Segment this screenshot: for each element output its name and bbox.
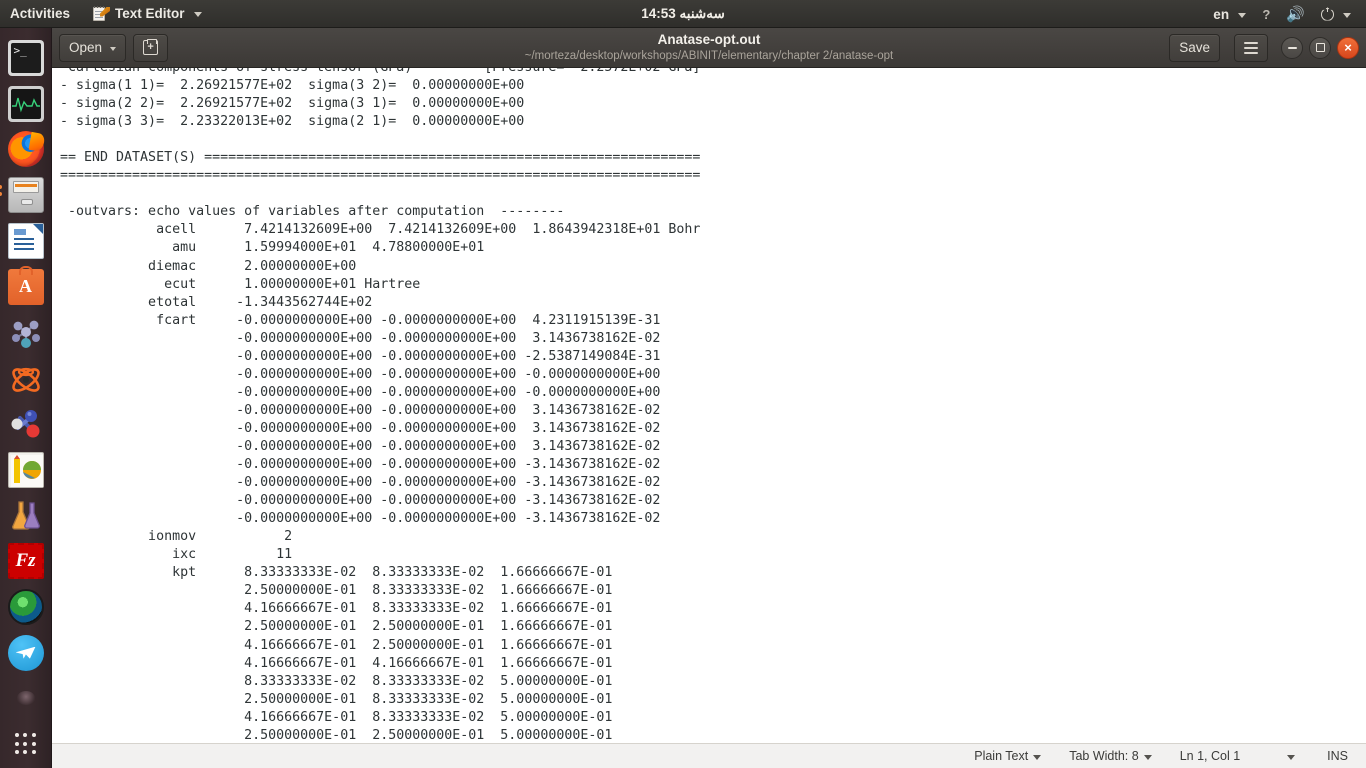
page-title: Anatase-opt.out xyxy=(657,32,761,48)
main-menu-button[interactable] xyxy=(1234,33,1268,62)
launcher-item-filezilla[interactable]: Fz xyxy=(4,539,48,583)
terminal-prompt-text: >_ xyxy=(10,42,41,73)
hamburger-menu-icon xyxy=(1244,41,1258,54)
help-indicator[interactable]: ? xyxy=(1255,0,1277,28)
minimize-button[interactable] xyxy=(1281,36,1303,59)
store-letter: A xyxy=(19,276,32,297)
chevron-down-icon xyxy=(1238,12,1247,18)
filezilla-icon: Fz xyxy=(7,543,44,580)
tab-width-selector[interactable]: Tab Width: 8 xyxy=(1055,749,1165,763)
launcher-item-xcrysden[interactable] xyxy=(4,356,48,400)
files-icon xyxy=(7,177,44,214)
speaker-icon: 🔊 xyxy=(1286,5,1305,23)
molecule-icon xyxy=(8,314,44,350)
system-monitor-icon xyxy=(7,85,44,122)
clock-button[interactable]: سه‌شنبه 14:53 xyxy=(633,6,733,22)
launcher-item-firefox[interactable] xyxy=(4,128,48,172)
file-path-subtitle: ~/morteza/desktop/workshops/ABINIT/eleme… xyxy=(524,49,894,62)
keyboard-layout-label: en xyxy=(1213,6,1230,22)
save-button-label: Save xyxy=(1179,40,1210,55)
system-menu-button[interactable] xyxy=(1314,0,1358,28)
chevron-down-icon xyxy=(110,46,117,51)
cursor-position-selector[interactable]: Ln 1, Col 1 xyxy=(1166,749,1309,763)
close-button[interactable]: × xyxy=(1337,36,1359,59)
system-top-bar: Activities Text Editor سه‌شنبه 14:53 en … xyxy=(0,0,1366,28)
launcher-item-ball-stick-modeler[interactable] xyxy=(4,402,48,446)
launcher-item-trash[interactable] xyxy=(4,677,48,721)
text-editor-window: Open Anatase-opt.out ~/morteza/desktop/w… xyxy=(52,28,1366,768)
app-menu-label: Text Editor xyxy=(115,6,185,21)
open-button-label: Open xyxy=(69,40,103,55)
new-document-button[interactable] xyxy=(133,33,169,62)
language-mode-selector[interactable]: Plain Text xyxy=(960,749,1055,763)
titlebar-right-group: Save × xyxy=(1169,33,1359,62)
text-editor-view[interactable]: Cartesian components of stress tensor (G… xyxy=(52,68,1366,743)
window-controls: × xyxy=(1281,36,1359,59)
power-icon xyxy=(1321,7,1334,21)
minimize-icon xyxy=(1287,46,1297,49)
launcher-item-files[interactable] xyxy=(0,173,48,217)
close-icon: × xyxy=(1344,40,1352,55)
open-button[interactable]: Open xyxy=(59,33,127,62)
camera-globe-icon xyxy=(7,588,44,625)
launcher-item-system-monitor[interactable] xyxy=(4,82,48,126)
chevron-down-icon xyxy=(1033,754,1042,760)
apps-grid-icon xyxy=(14,733,37,755)
save-button[interactable]: Save xyxy=(1169,33,1220,62)
flasks-icon xyxy=(8,497,44,533)
document-text[interactable]: Cartesian components of stress tensor (G… xyxy=(52,68,1366,743)
chevron-down-icon xyxy=(1143,754,1152,760)
insert-mode-indicator[interactable]: INS xyxy=(1309,749,1348,763)
running-indicator-pips xyxy=(0,185,2,199)
filezilla-letters: Fz xyxy=(15,550,36,572)
status-bar: Plain Text Tab Width: 8 Ln 1, Col 1 INS xyxy=(52,743,1366,768)
launcher-item-molecule-viewer[interactable] xyxy=(4,311,48,355)
launcher-item-chemistry-lab[interactable] xyxy=(4,494,48,538)
chevron-down-icon xyxy=(1287,754,1296,760)
launcher-item-camera-globe[interactable] xyxy=(4,585,48,629)
maximize-button[interactable] xyxy=(1309,36,1331,59)
launcher-item-terminal[interactable]: >_ xyxy=(4,36,48,80)
firefox-icon xyxy=(7,131,44,168)
cursor-position-label: Ln 1, Col 1 xyxy=(1179,749,1241,763)
text-editor-icon xyxy=(93,5,111,22)
launcher-item-telegram[interactable] xyxy=(4,631,48,675)
activities-label: Activities xyxy=(10,6,71,21)
chevron-down-icon xyxy=(193,12,202,17)
volume-indicator[interactable]: 🔊 xyxy=(1279,0,1312,28)
top-bar-right-group: en ? 🔊 xyxy=(1206,0,1366,28)
trash-icon xyxy=(16,691,35,706)
terminal-icon: >_ xyxy=(7,39,44,76)
app-menu-button[interactable]: Text Editor xyxy=(84,0,211,27)
launcher-item-show-applications[interactable] xyxy=(4,722,48,766)
telegram-icon xyxy=(7,634,44,671)
insert-mode-label: INS xyxy=(1327,749,1348,763)
ubuntu-software-icon: A xyxy=(7,265,44,305)
window-titlebar: Open Anatase-opt.out ~/morteza/desktop/w… xyxy=(52,28,1366,68)
maximize-icon xyxy=(1315,43,1325,52)
document-icon xyxy=(7,222,44,259)
top-bar-left-group: Activities Text Editor xyxy=(0,0,211,27)
ball-and-stick-icon xyxy=(8,406,44,442)
launcher-item-graphics-editor[interactable] xyxy=(4,448,48,492)
activities-button[interactable]: Activities xyxy=(0,0,84,27)
question-mark-icon: ? xyxy=(1262,6,1271,22)
chevron-down-icon xyxy=(1343,12,1351,18)
launcher-item-ubuntu-software[interactable]: A xyxy=(4,265,48,309)
keyboard-layout-indicator[interactable]: en xyxy=(1206,0,1253,28)
atom-orbit-icon xyxy=(8,360,44,396)
new-document-icon xyxy=(143,38,159,55)
unity-launcher: >_ A Fz xyxy=(0,28,52,768)
paint-palette-icon xyxy=(7,451,44,488)
language-mode-label: Plain Text xyxy=(974,749,1029,763)
tab-width-label: Tab Width: 8 xyxy=(1069,749,1139,763)
launcher-item-libreoffice-writer[interactable] xyxy=(4,219,48,263)
